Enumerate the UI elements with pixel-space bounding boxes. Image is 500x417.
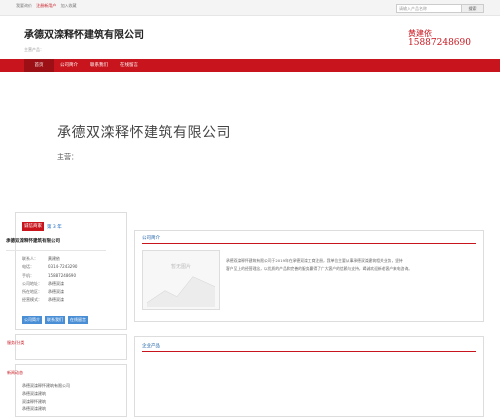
news-link[interactable]: 双滦释怀建筑 bbox=[22, 398, 70, 406]
company-title[interactable]: 承德双滦释怀建筑有限公司 bbox=[24, 26, 144, 41]
search-button[interactable]: 搜索 bbox=[462, 4, 484, 13]
top-links: 我要询价 注册新用户 加入收藏 bbox=[16, 3, 80, 9]
news-link[interactable]: 承德双滦建筑 bbox=[22, 390, 70, 398]
info-value: 承德双滦 bbox=[48, 297, 64, 303]
news-link[interactable]: 承德双滦建筑 bbox=[22, 405, 70, 413]
trust-badge: 诚信商家 bbox=[22, 222, 44, 231]
card-divider bbox=[6, 250, 106, 251]
news-list: 承德双滦释怀建筑有限公司 承德双滦建筑 双滦释怀建筑 承德双滦建筑 bbox=[22, 382, 70, 413]
nav-about[interactable]: 公司简介 bbox=[54, 59, 84, 72]
info-row: 所在地区： 承德双滦 bbox=[22, 288, 77, 296]
main-nav: 首页 公司简介 联系我们 在线留言 bbox=[0, 59, 500, 72]
info-row: 电话： 0314-7243290 bbox=[22, 263, 77, 271]
products-title: 企业产品 bbox=[142, 344, 160, 349]
info-row: 手机： 15887248690 bbox=[22, 272, 77, 280]
info-row: 经营模式： 承德双滦 bbox=[22, 296, 77, 304]
contact-info-list: 联系人： 黄建依 电话： 0314-7243290 手机： 15887248690 公… bbox=[22, 255, 77, 305]
nav-home[interactable]: 首页 bbox=[24, 59, 54, 72]
category-title: 服务/分类 bbox=[7, 340, 25, 345]
info-value: 黄建依 bbox=[48, 256, 60, 261]
nav-message[interactable]: 在线留言 bbox=[114, 59, 144, 72]
card-header: 诚信商家 第 3 年 bbox=[22, 222, 62, 231]
intro-image-placeholder: 暂无图片 bbox=[142, 250, 220, 310]
info-value: 承德双滦 bbox=[48, 280, 64, 286]
intro-line: 客户至上的经营理念，以优质的产品和完善的服务赢得了广大客户的信赖与支持，竭诚欢迎… bbox=[226, 266, 413, 271]
info-value: 0314-7243290 bbox=[48, 264, 78, 270]
banner-main-products: 主营： bbox=[57, 152, 80, 162]
card-buttons: 公司简介 联系我们 在线留言 bbox=[22, 316, 91, 324]
nav-contact[interactable]: 联系我们 bbox=[84, 59, 114, 72]
info-value: 15887248690 bbox=[48, 272, 76, 278]
products-panel bbox=[134, 336, 484, 417]
info-row: 公司地址： 承德双滦 bbox=[22, 280, 77, 288]
intro-title-line bbox=[142, 243, 476, 244]
card-company-name[interactable]: 承德双滦释怀建筑有限公司 bbox=[6, 238, 60, 244]
contact-button[interactable]: 联系我们 bbox=[45, 316, 65, 324]
link-favorite[interactable]: 加入收藏 bbox=[61, 3, 77, 8]
link-register[interactable]: 注册新用户 bbox=[36, 3, 56, 8]
info-key: 电话： bbox=[22, 264, 34, 270]
about-button[interactable]: 公司简介 bbox=[22, 316, 42, 324]
company-subtitle: 主营产品： bbox=[24, 47, 44, 52]
news-title: 新闻动态 bbox=[7, 370, 23, 375]
info-key: 经营模式： bbox=[22, 297, 42, 303]
landscape-icon bbox=[146, 276, 216, 307]
member-years: 第 3 年 bbox=[47, 224, 62, 230]
contact-phone: 15887248690 bbox=[408, 38, 471, 48]
products-title-line bbox=[142, 351, 476, 352]
info-key: 联系人： bbox=[22, 256, 38, 261]
banner-main-label: 主营： bbox=[57, 153, 78, 161]
top-bar: 我要询价 注册新用户 加入收藏 请输入产品名称 搜索 bbox=[0, 0, 500, 16]
info-key: 手机： bbox=[22, 272, 34, 278]
intro-title: 公司简介 bbox=[142, 236, 160, 241]
search-input[interactable]: 请输入产品名称 bbox=[396, 4, 462, 13]
info-key: 公司地址： bbox=[22, 280, 42, 286]
info-key: 所在地区： bbox=[22, 289, 42, 295]
link-inquiry[interactable]: 我要询价 bbox=[16, 3, 32, 8]
category-section bbox=[15, 334, 127, 360]
info-row: 联系人： 黄建依 bbox=[22, 255, 77, 263]
banner-title: 承德双滦释怀建筑有限公司 bbox=[57, 125, 231, 141]
info-value: 承德双滦 bbox=[48, 289, 64, 295]
message-button[interactable]: 在线留言 bbox=[68, 316, 88, 324]
top-search: 请输入产品名称 搜索 bbox=[396, 4, 484, 13]
news-link[interactable]: 承德双滦释怀建筑有限公司 bbox=[22, 382, 70, 390]
intro-line: 承德双滦释怀建筑有限公司于2019年在承德双滦工商注册，我单位主要从事承德双滦建… bbox=[226, 258, 403, 263]
intro-text: 承德双滦释怀建筑有限公司于2019年在承德双滦工商注册，我单位主要从事承德双滦建… bbox=[226, 257, 476, 273]
